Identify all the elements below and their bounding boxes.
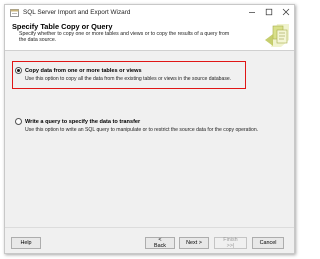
minimize-icon[interactable]: [247, 7, 257, 17]
next-button[interactable]: Next >: [179, 237, 209, 249]
wizard-content: Copy data from one or more tables or vie…: [5, 51, 294, 221]
title-bar: SQL Server Import and Export Wizard: [5, 5, 294, 20]
copy-tables-label[interactable]: Copy data from one or more tables or vie…: [25, 68, 142, 74]
wizard-window: SQL Server Import and Export Wizard Spec…: [4, 4, 295, 254]
write-query-description: Use this option to write an SQL query to…: [25, 127, 259, 133]
window-title: SQL Server Import and Export Wizard: [23, 9, 131, 16]
help-button[interactable]: Help: [11, 237, 41, 249]
back-button[interactable]: < Back: [145, 237, 175, 249]
page-title: Specify Table Copy or Query: [12, 22, 113, 31]
write-query-label[interactable]: Write a query to specify the data to tra…: [25, 119, 140, 125]
wizard-header: Specify Table Copy or Query Specify whet…: [5, 20, 294, 51]
wizard-header-icon: [261, 22, 291, 49]
cancel-button[interactable]: Cancel: [252, 237, 284, 249]
copy-tables-description: Use this option to copy all the data fro…: [25, 76, 232, 82]
finish-button: Finish >>|: [214, 237, 247, 249]
copy-tables-radio[interactable]: [15, 67, 22, 74]
write-query-radio[interactable]: [15, 118, 22, 125]
page-description: Specify whether to copy one or more tabl…: [19, 31, 230, 44]
maximize-icon[interactable]: [264, 7, 274, 17]
close-icon[interactable]: [281, 7, 291, 17]
option-write-query[interactable]: Write a query to specify the data to tra…: [15, 118, 275, 133]
option-copy-tables[interactable]: Copy data from one or more tables or vie…: [15, 67, 275, 82]
footer-divider: [5, 227, 294, 228]
sql-server-app-icon: [10, 8, 19, 17]
